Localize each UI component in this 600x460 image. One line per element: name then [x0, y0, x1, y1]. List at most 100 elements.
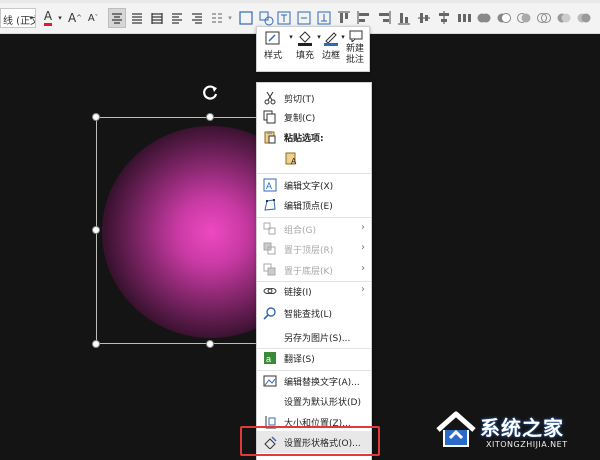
justify-button[interactable] [128, 8, 146, 28]
alt-text-icon [263, 375, 277, 387]
watermark-url-text: XITONGZHIJIA.NET [486, 440, 568, 449]
link-icon [263, 288, 277, 294]
paste-options-label: 粘贴选项: [284, 134, 324, 144]
submenu-arrow-icon: › [361, 222, 365, 233]
submenu-arrow-icon: › [361, 263, 365, 274]
menu-item-save-as-picture-label: 另存为图片(S)... [284, 334, 351, 344]
style-label: 样式 [263, 51, 282, 61]
fill-bucket-icon [298, 31, 312, 46]
app-window: 线 (正文 ▾ A ▾ A^ Aˇ ▾ [0, 0, 600, 460]
menu-item-set-default-shape[interactable]: 设置为默认形状(D) [257, 390, 371, 412]
watermark: 系统之家 XITONGZHIJIA.NET [430, 402, 600, 460]
group-icon [263, 222, 276, 235]
align-objects-top-icon[interactable] [336, 10, 352, 26]
paste-text-only-icon: A [285, 152, 297, 165]
svg-text:a: a [266, 354, 271, 364]
align-right-icon [192, 13, 202, 24]
align-left-button[interactable] [168, 8, 186, 28]
align-center-icon [112, 13, 122, 24]
menu-item-edit-alt-text[interactable]: 编辑替换文字(A)... [257, 370, 371, 392]
menu-item-paste-options: 粘贴选项: [257, 126, 371, 148]
grow-font-label: A [67, 11, 77, 25]
distribute-horizontal-icon[interactable] [456, 10, 472, 26]
shrink-font-label: A [87, 12, 95, 24]
copy-icon [263, 110, 276, 124]
resize-handle-top[interactable] [206, 113, 214, 121]
menu-item-edit-text-label: 编辑文字(X) [284, 182, 334, 192]
menu-item-link[interactable]: 链接(I) › [257, 280, 371, 302]
distributed-button[interactable] [148, 8, 166, 28]
shape-align-top-icon[interactable] [276, 10, 292, 26]
columns-chevron-icon[interactable]: ▾ [226, 8, 234, 28]
align-objects-center-icon[interactable] [436, 10, 452, 26]
new-comment-icon [349, 30, 363, 42]
menu-item-group: 组合(G) › [257, 218, 371, 240]
menu-item-translate-label: 翻译(S) [284, 355, 315, 365]
scissors-icon [264, 91, 276, 105]
menu-item-smart-lookup[interactable]: 智能查找(L) [257, 302, 371, 324]
font-color-chevron-icon[interactable]: ▾ [56, 8, 64, 28]
svg-text:A: A [291, 157, 297, 165]
menu-item-edit-text[interactable]: A 编辑文字(X) [257, 174, 371, 196]
menu-item-translate[interactable]: a 翻译(S) [257, 347, 371, 369]
smart-lookup-icon [263, 307, 276, 320]
paste-keep-text-option[interactable]: A [257, 147, 371, 169]
resize-handle-left[interactable] [92, 226, 100, 234]
grow-font-button[interactable]: A ^ [67, 8, 83, 28]
font-color-button[interactable]: A [40, 8, 56, 28]
resize-handle-top-left[interactable] [92, 113, 100, 121]
shape-rectangle-icon[interactable] [238, 10, 254, 26]
shape-align-bottom-icon[interactable] [316, 10, 332, 26]
menu-item-edit-points[interactable]: 编辑顶点(E) [257, 194, 371, 216]
new-comment-button[interactable]: 新建批注 [345, 30, 367, 66]
columns-icon [212, 13, 222, 23]
menu-item-save-as-picture[interactable]: 另存为图片(S)... [257, 326, 371, 348]
send-to-back-icon [263, 263, 276, 276]
merge-union-icon[interactable] [476, 10, 492, 26]
menu-item-edit-points-label: 编辑顶点(E) [284, 202, 333, 212]
merge-fragment-icon[interactable] [516, 10, 532, 26]
menu-item-set-default-shape-label: 设置为默认形状(D) [284, 398, 361, 408]
resize-handle-bottom[interactable] [206, 340, 214, 348]
style-icon [265, 31, 280, 45]
merge-combine-icon[interactable] [496, 10, 512, 26]
watermark-brand-text: 系统之家 [480, 416, 564, 440]
menu-item-link-label: 链接(I) [284, 288, 312, 298]
brand-house-logo-icon [436, 411, 476, 447]
align-objects-bottom-icon[interactable] [396, 10, 412, 26]
menu-item-smart-lookup-label: 智能查找(L) [284, 310, 333, 320]
font-color-label: A [43, 10, 53, 26]
merge-intersect-icon[interactable] [536, 10, 552, 26]
menu-item-send-to-back: 置于底层(K) › [257, 259, 371, 281]
align-right-button[interactable] [188, 8, 206, 28]
shrink-font-button[interactable]: Aˇ [85, 8, 101, 28]
distributed-icon [151, 13, 163, 24]
bring-to-front-icon [263, 242, 276, 255]
menu-item-cut-label: 剪切(T) [284, 95, 315, 105]
align-center-button[interactable] [108, 8, 126, 28]
context-menu: 剪切(T) 复制(C) 粘贴选项: A A 编辑文字(X) 编辑顶点(E) 组合… [256, 82, 372, 460]
resize-handle-bottom-left[interactable] [92, 340, 100, 348]
justify-icon [132, 13, 142, 24]
font-dropdown-chevron-icon[interactable]: ▾ [27, 8, 35, 28]
columns-button[interactable] [208, 8, 226, 28]
menu-item-send-to-back-label: 置于底层(K) [284, 267, 333, 277]
merge-extra-icon[interactable] [576, 10, 592, 26]
ribbon-top-strip [0, 0, 600, 3]
shape-arrange-icon[interactable] [258, 10, 274, 26]
edit-text-icon: A [263, 178, 277, 192]
rotate-handle-icon[interactable] [202, 84, 220, 102]
menu-item-bring-to-front: 置于顶层(R) › [257, 238, 371, 260]
merge-subtract-icon[interactable] [556, 10, 572, 26]
align-objects-left-icon[interactable] [356, 10, 372, 26]
shape-align-middle-icon[interactable] [296, 10, 312, 26]
svg-text:A: A [266, 181, 272, 191]
mini-toolbar: 样式 ▾ 填充 ▾ 边框 ▾ 新建批注 [256, 26, 370, 72]
style-button[interactable]: 样式 [261, 30, 285, 61]
menu-item-copy[interactable]: 复制(C) [257, 106, 371, 128]
fill-label: 填充 [295, 51, 314, 61]
align-objects-middle-icon[interactable] [416, 10, 432, 26]
align-objects-right-icon[interactable] [376, 10, 392, 26]
submenu-arrow-icon: › [361, 242, 365, 253]
menu-item-group-label: 组合(G) [284, 226, 316, 236]
